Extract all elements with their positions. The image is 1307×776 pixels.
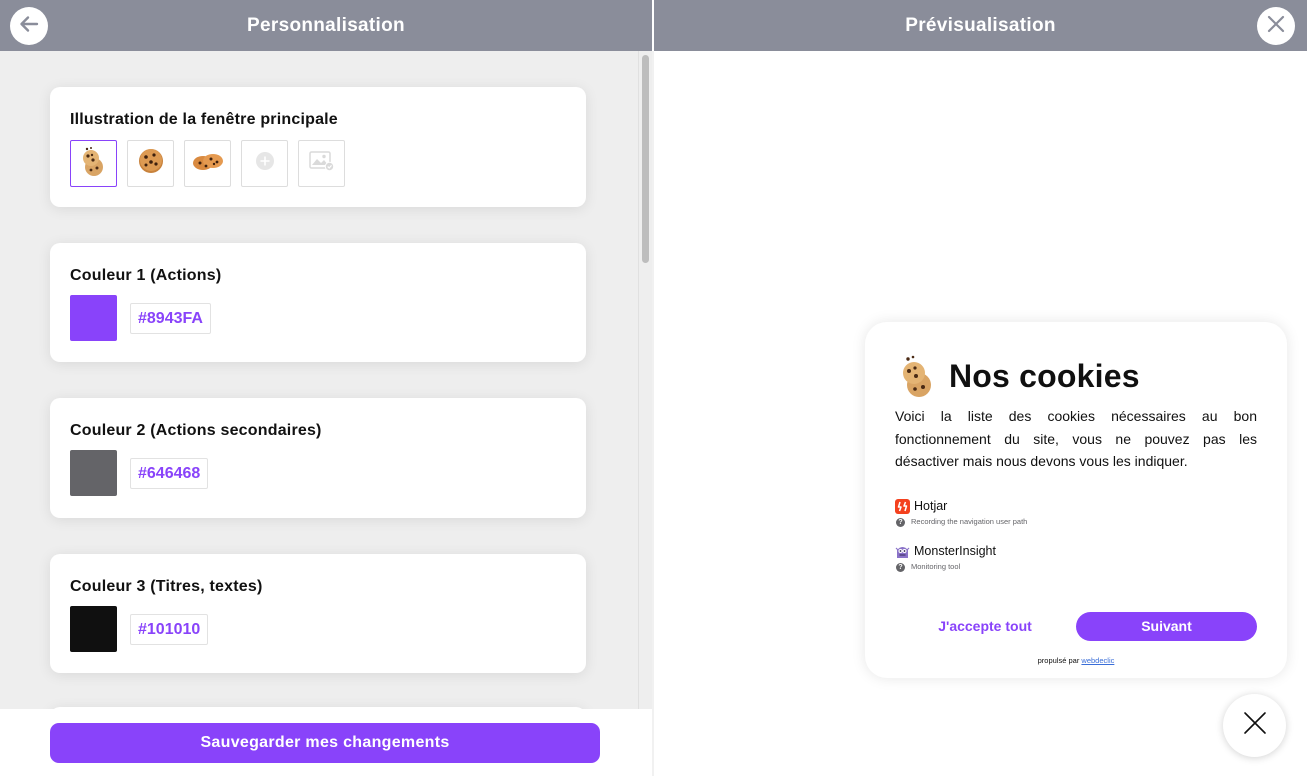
illustration-card-title: Illustration de la fenêtre principale <box>70 111 338 128</box>
close-button[interactable] <box>1257 7 1295 45</box>
service-description: Recording the navigation user path <box>911 517 1028 526</box>
service-name: MonsterInsight <box>914 544 996 558</box>
image-upload-icon <box>308 150 335 177</box>
close-icon <box>1266 14 1286 39</box>
illustration-option-upload[interactable] <box>298 140 345 187</box>
powered-by: propulsé par webdeclic <box>865 656 1287 665</box>
color-swatch-text[interactable] <box>70 606 117 652</box>
cookie-banner-preview: Nos cookies Voici la liste des cookies n… <box>865 322 1287 678</box>
color-card-title: Couleur 1 (Actions) <box>70 267 222 284</box>
help-icon[interactable]: ? <box>896 518 905 527</box>
illustration-option-cookies-pair[interactable] <box>184 140 231 187</box>
save-button[interactable]: Sauvegarder mes changements <box>50 723 600 763</box>
service-description: Monitoring tool <box>911 562 961 571</box>
accept-all-link[interactable]: J'accepte tout <box>925 618 1045 634</box>
settings-panel: Illustration de la fenêtre principale Co… <box>0 51 652 709</box>
panel-title-previsualisation: Prévisualisation <box>905 15 1056 36</box>
hotjar-icon <box>895 499 910 514</box>
cookie-banner-description: Voici la liste des cookies nécessaires a… <box>895 408 1257 469</box>
color-hex-input-text[interactable]: #101010 <box>130 614 209 645</box>
next-button[interactable]: Suivant <box>1076 612 1257 641</box>
cookie-stack-icon <box>895 354 941 398</box>
cookie-banner-title: Nos cookies <box>949 358 1140 394</box>
monsterinsight-icon <box>895 544 910 559</box>
color-card-secondary: Couleur 2 (Actions secondaires) #646468 <box>50 398 586 518</box>
save-bar: Sauvegarder mes changements <box>0 709 652 776</box>
color-hex-input-actions[interactable]: #8943FA <box>130 303 211 334</box>
illustration-card: Illustration de la fenêtre principale <box>50 87 586 207</box>
service-name: Hotjar <box>914 499 948 513</box>
help-icon[interactable]: ? <box>896 563 905 572</box>
scrollbar-thumb[interactable] <box>642 55 649 263</box>
color-swatch-secondary[interactable] <box>70 450 117 496</box>
cookie-stack-icon <box>78 145 110 182</box>
color-hex-input-secondary[interactable]: #646468 <box>130 458 209 489</box>
illustration-option-cookie[interactable] <box>127 140 174 187</box>
color-card-text: Couleur 3 (Titres, textes) #101010 <box>50 554 586 673</box>
color-card-title: Couleur 2 (Actions secondaires) <box>70 422 322 439</box>
cookie-icon <box>136 146 166 181</box>
top-bar: Personnalisation Prévisualisation <box>0 0 1307 51</box>
illustration-option-add[interactable] <box>241 140 288 187</box>
color-swatch-actions[interactable] <box>70 295 117 341</box>
panel-title-personnalisation: Personnalisation <box>247 15 405 36</box>
cookies-pair-icon <box>192 150 224 177</box>
illustration-option-cookie-stack[interactable] <box>70 140 117 187</box>
color-card-title: Couleur 3 (Titres, textes) <box>70 578 263 595</box>
color-card-actions: Couleur 1 (Actions) #8943FA <box>50 243 586 362</box>
close-icon <box>1242 710 1268 741</box>
add-icon <box>255 151 275 176</box>
powered-by-text: propulsé par <box>1037 656 1080 665</box>
panel-divider <box>652 51 654 776</box>
floating-close-button[interactable] <box>1223 694 1286 757</box>
powered-by-link[interactable]: webdeclic <box>1081 656 1114 665</box>
